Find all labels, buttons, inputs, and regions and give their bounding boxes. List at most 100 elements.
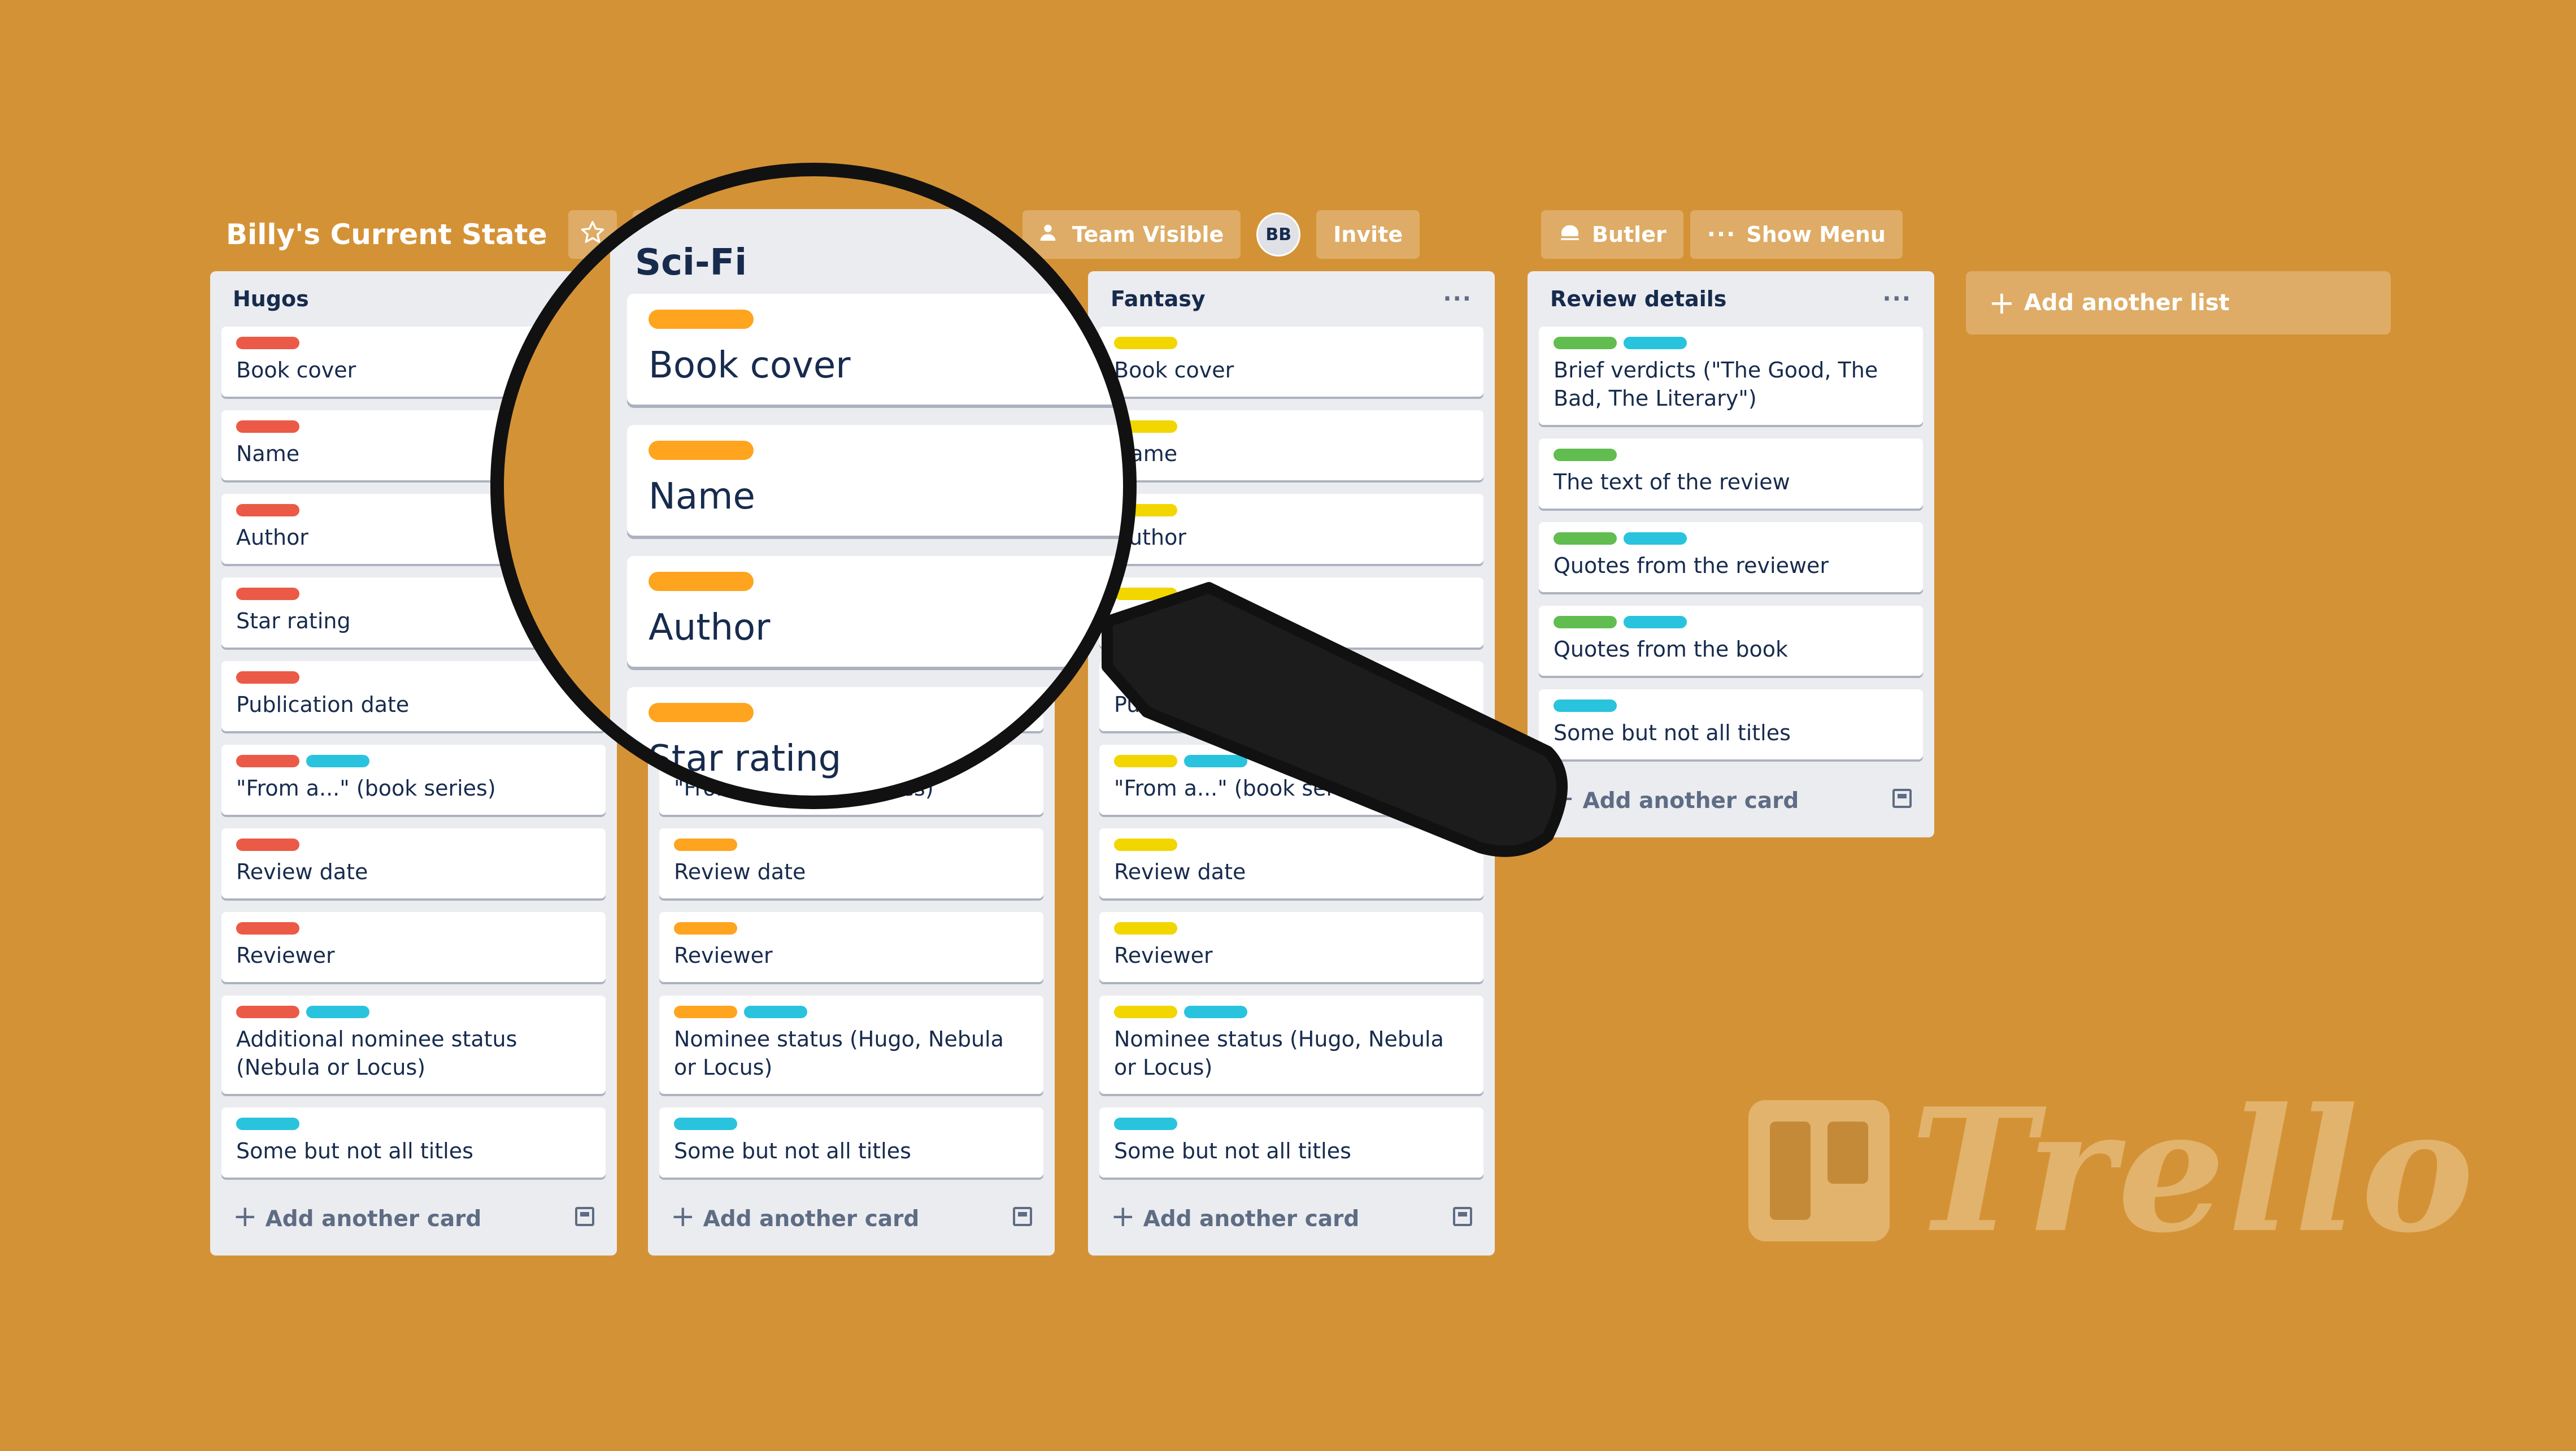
card-label-cyan[interactable] xyxy=(1624,532,1687,545)
add-list-button[interactable]: + Add another list xyxy=(1966,271,2391,334)
card[interactable]: Nominee status (Hugo, Nebula or Locus) xyxy=(1099,996,1483,1094)
list-title[interactable]: Fantasy xyxy=(1111,286,1206,311)
card[interactable]: Some but not all titles xyxy=(221,1107,606,1178)
card[interactable]: Star rating xyxy=(1099,577,1483,648)
card-title: Some but not all titles xyxy=(674,1139,911,1163)
board-title[interactable]: Billy's Current State xyxy=(226,218,547,251)
plus-icon: + xyxy=(671,1200,695,1233)
card-label-green[interactable] xyxy=(1554,337,1617,349)
invite-button[interactable]: Invite xyxy=(1316,210,1420,259)
zoom-card: Star rating xyxy=(627,687,1124,797)
card[interactable]: Brief verdicts ("The Good, The Bad, The … xyxy=(1539,327,1923,425)
card-label-cyan[interactable] xyxy=(1554,700,1617,712)
card-label-cyan[interactable] xyxy=(1184,755,1247,767)
card-label-cyan[interactable] xyxy=(1114,1118,1177,1130)
card-title: Brief verdicts ("The Good, The Bad, The … xyxy=(1554,358,1878,411)
card-template-icon[interactable] xyxy=(1013,1207,1032,1226)
card[interactable]: Reviewer xyxy=(221,912,606,982)
card-labels xyxy=(236,1118,591,1130)
card-label-orange[interactable] xyxy=(674,1006,737,1018)
card-label-red[interactable] xyxy=(236,671,299,684)
card-labels xyxy=(236,839,591,851)
card-title: Publication date xyxy=(1114,692,1287,717)
card[interactable]: Review date xyxy=(659,828,1043,898)
card-label-green[interactable] xyxy=(1554,449,1617,461)
card[interactable]: Book cover xyxy=(1099,327,1483,397)
show-menu-button[interactable]: ··· Show Menu xyxy=(1690,210,1903,259)
zoom-card-title: Name xyxy=(649,476,755,518)
card[interactable]: Name xyxy=(1099,410,1483,480)
list-title[interactable]: Hugos xyxy=(233,286,309,311)
card[interactable]: Quotes from the book xyxy=(1539,606,1923,676)
card-title: Some but not all titles xyxy=(1554,720,1791,745)
list-header: Fantasy ··· xyxy=(1099,271,1483,327)
card-template-icon[interactable] xyxy=(1892,789,1912,808)
zoom-card: Book cover xyxy=(627,294,1124,405)
butler-button[interactable]: Butler xyxy=(1541,210,1683,259)
card[interactable]: Reviewer xyxy=(1099,912,1483,982)
trello-board-icon xyxy=(1748,1100,1890,1241)
card[interactable]: Nominee status (Hugo, Nebula or Locus) xyxy=(659,996,1043,1094)
list-menu-icon[interactable]: ··· xyxy=(1882,286,1912,312)
card-label-orange[interactable] xyxy=(674,922,737,935)
card[interactable]: Review date xyxy=(1099,828,1483,898)
card[interactable]: Additional nominee status (Nebula or Loc… xyxy=(221,996,606,1094)
card-label-cyan[interactable] xyxy=(306,1006,369,1018)
card-label-cyan[interactable] xyxy=(1184,1006,1247,1018)
plus-icon: + xyxy=(1111,1200,1135,1233)
card[interactable]: Reviewer xyxy=(659,912,1043,982)
add-card-button[interactable]: + Add another card xyxy=(1539,773,1923,824)
card-label-cyan[interactable] xyxy=(674,1118,737,1130)
add-card-button[interactable]: + Add another card xyxy=(221,1191,606,1242)
add-card-label: Add another card xyxy=(703,1206,920,1232)
card-label-yellow[interactable] xyxy=(1114,839,1177,851)
add-card-button[interactable]: + Add another card xyxy=(659,1191,1043,1242)
card-label-cyan[interactable] xyxy=(1624,616,1687,628)
card-label-red[interactable] xyxy=(236,839,299,851)
card-label-cyan[interactable] xyxy=(306,755,369,767)
list-menu-icon[interactable]: ··· xyxy=(1443,286,1472,312)
card-labels xyxy=(1114,922,1469,935)
card-label-cyan[interactable] xyxy=(1624,337,1687,349)
card-label-yellow[interactable] xyxy=(1114,1006,1177,1018)
avatar[interactable]: BB xyxy=(1256,212,1301,257)
card-label-cyan[interactable] xyxy=(744,1006,807,1018)
card-label-cyan[interactable] xyxy=(236,1118,299,1130)
zoom-card-title: Book cover xyxy=(649,345,851,386)
card[interactable]: Some but not all titles xyxy=(1539,689,1923,759)
card[interactable]: Review date xyxy=(221,828,606,898)
card-label-red[interactable] xyxy=(236,337,299,349)
card-label-red[interactable] xyxy=(236,922,299,935)
card-title: Review date xyxy=(236,859,368,884)
show-menu-label: Show Menu xyxy=(1746,222,1886,247)
card[interactable]: "From a..." (book series) xyxy=(1099,745,1483,815)
plus-icon: + xyxy=(1988,284,2015,322)
card-template-icon[interactable] xyxy=(1453,1207,1472,1226)
card[interactable]: Author xyxy=(1099,494,1483,564)
card-title: "From a..." (book series) xyxy=(1114,776,1374,801)
card-template-icon[interactable] xyxy=(575,1207,594,1226)
card-label-red[interactable] xyxy=(236,588,299,600)
add-card-button[interactable]: + Add another card xyxy=(1099,1191,1483,1242)
card[interactable]: Some but not all titles xyxy=(1099,1107,1483,1178)
card-label-red[interactable] xyxy=(236,420,299,433)
card-label-green[interactable] xyxy=(1554,616,1617,628)
list-3: Review details ··· Brief verdicts ("The Go… xyxy=(1528,271,1934,837)
card[interactable]: The text of the review xyxy=(1539,438,1923,509)
card-title: Name xyxy=(1114,441,1178,466)
card-labels xyxy=(1554,532,1908,545)
zoom-card-label xyxy=(649,572,754,591)
card-label-orange[interactable] xyxy=(674,839,737,851)
card-label-red[interactable] xyxy=(236,1006,299,1018)
card[interactable]: Some but not all titles xyxy=(659,1107,1043,1178)
zoom-card: Name xyxy=(627,425,1124,536)
card-label-green[interactable] xyxy=(1554,532,1617,545)
list-title[interactable]: Review details xyxy=(1550,286,1726,311)
card-label-yellow[interactable] xyxy=(1114,922,1177,935)
card-label-red[interactable] xyxy=(236,504,299,516)
card[interactable]: Quotes from the reviewer xyxy=(1539,522,1923,592)
card[interactable]: Publication date xyxy=(1099,661,1483,731)
zoom-card: Author xyxy=(627,556,1124,667)
card-title: Review date xyxy=(674,859,806,884)
card-label-red[interactable] xyxy=(236,755,299,767)
